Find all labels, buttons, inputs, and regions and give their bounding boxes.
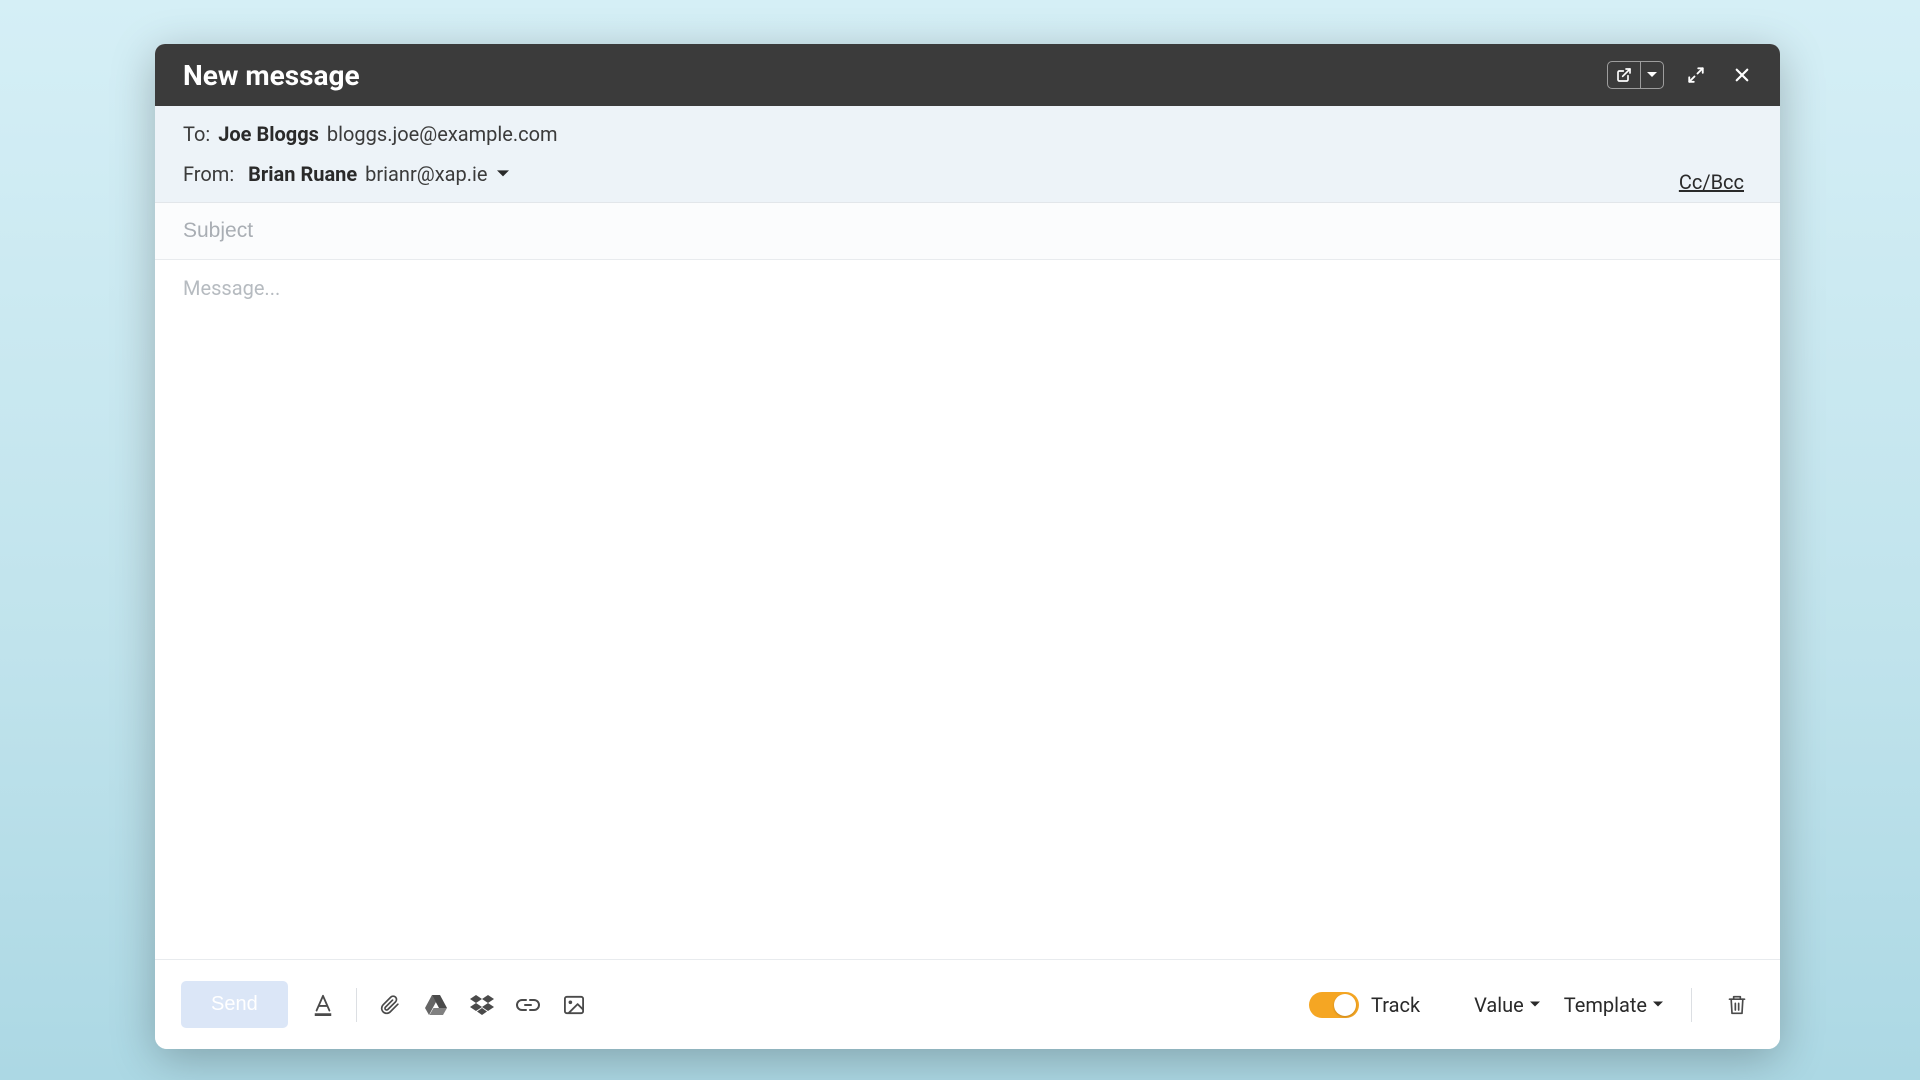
image-icon xyxy=(563,995,585,1015)
track-label: Track xyxy=(1371,993,1420,1017)
toggle-knob xyxy=(1334,994,1356,1016)
popout-button[interactable] xyxy=(1608,62,1640,88)
google-drive-button[interactable] xyxy=(419,988,453,1022)
expand-icon xyxy=(1687,66,1705,84)
attach-button[interactable] xyxy=(373,988,407,1022)
to-label: To: xyxy=(183,122,210,146)
send-button[interactable]: Send xyxy=(181,981,288,1028)
cc-bcc-link[interactable]: Cc/Bcc xyxy=(1679,170,1744,194)
text-format-icon xyxy=(312,993,334,1017)
link-icon xyxy=(516,998,540,1012)
paperclip-icon xyxy=(380,994,400,1016)
insert-link-button[interactable] xyxy=(511,988,545,1022)
close-button[interactable] xyxy=(1728,61,1756,89)
popout-group xyxy=(1607,61,1664,89)
chevron-down-icon xyxy=(1653,1001,1663,1008)
to-email: bloggs.joe@example.com xyxy=(327,122,558,146)
compose-window: New message To: Joe Bloggs bloggs.joe@ex… xyxy=(155,44,1780,1049)
titlebar-controls xyxy=(1607,61,1756,89)
message-textarea[interactable] xyxy=(183,276,1752,943)
trash-icon xyxy=(1727,994,1747,1016)
template-dropdown[interactable]: Template xyxy=(1564,993,1663,1017)
dropbox-icon xyxy=(470,995,494,1015)
chevron-down-icon xyxy=(497,170,509,178)
divider xyxy=(1691,988,1692,1022)
track-group: Track xyxy=(1309,992,1420,1018)
chevron-down-icon xyxy=(1530,1001,1540,1008)
from-name: Brian Ruane xyxy=(248,162,357,186)
discard-button[interactable] xyxy=(1720,988,1754,1022)
dropbox-button[interactable] xyxy=(465,988,499,1022)
text-format-button[interactable] xyxy=(306,988,340,1022)
from-label: From: xyxy=(183,162,234,186)
toolbar-right: Track Value Template xyxy=(1309,988,1754,1022)
divider xyxy=(356,988,357,1022)
from-row[interactable]: From: Brian Ruane brianr@xap.ie xyxy=(183,154,1752,194)
to-name: Joe Bloggs xyxy=(218,122,319,146)
track-toggle[interactable] xyxy=(1309,992,1359,1018)
to-row[interactable]: To: Joe Bloggs bloggs.joe@example.com xyxy=(183,114,1752,154)
titlebar: New message xyxy=(155,44,1780,106)
value-label: Value xyxy=(1474,993,1524,1017)
template-label: Template xyxy=(1564,993,1647,1017)
address-section: To: Joe Bloggs bloggs.joe@example.com Fr… xyxy=(155,106,1780,202)
toolbar: Send xyxy=(155,959,1780,1049)
subject-input[interactable] xyxy=(183,203,1752,259)
body-area xyxy=(155,260,1780,959)
close-icon xyxy=(1733,66,1751,84)
value-dropdown[interactable]: Value xyxy=(1474,993,1540,1017)
google-drive-icon xyxy=(424,994,448,1016)
maximize-button[interactable] xyxy=(1682,61,1710,89)
chevron-down-icon xyxy=(1647,70,1657,80)
subject-row xyxy=(155,202,1780,260)
from-dropdown[interactable] xyxy=(497,170,509,178)
popout-icon xyxy=(1616,67,1632,83)
insert-image-button[interactable] xyxy=(557,988,591,1022)
from-email: brianr@xap.ie xyxy=(365,162,487,186)
popout-dropdown[interactable] xyxy=(1640,62,1663,88)
window-title: New message xyxy=(183,59,360,92)
toolbar-left: Send xyxy=(181,981,591,1028)
